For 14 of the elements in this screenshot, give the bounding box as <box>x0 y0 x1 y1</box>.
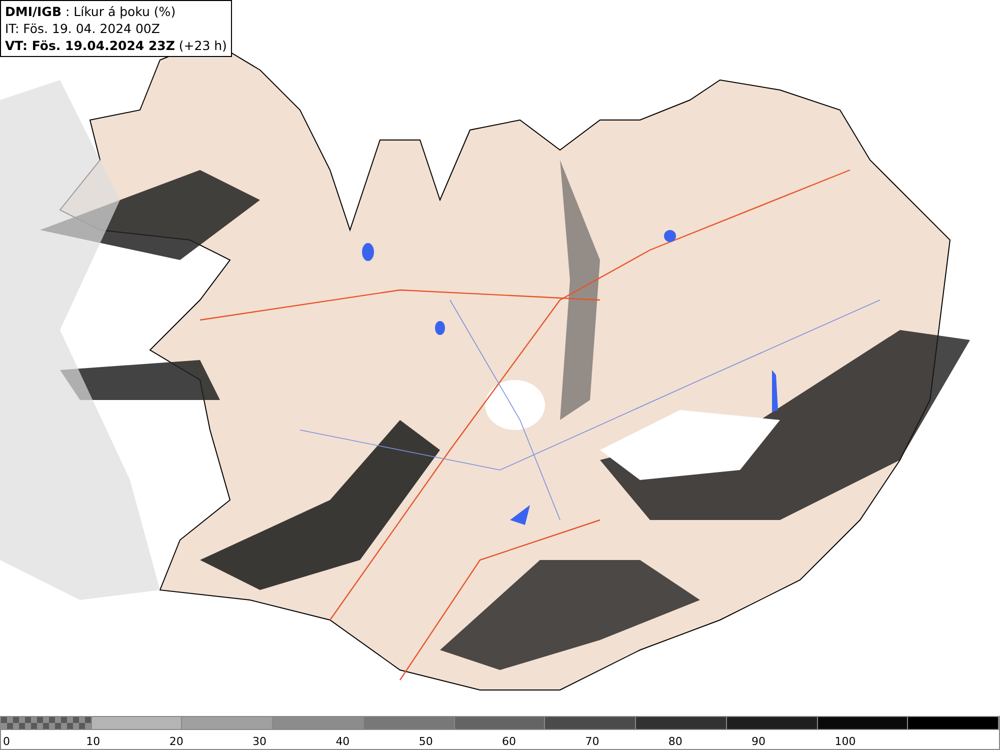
legend-label: 70 <box>584 735 600 749</box>
legend-label: 0 <box>2 735 10 749</box>
legend-label: 50 <box>418 735 433 749</box>
info-line: VT: Fös. 19.04.2024 23Z (+23 h) <box>5 37 227 54</box>
legend-label: 80 <box>667 735 682 749</box>
legend-label: 30 <box>252 735 267 749</box>
legend-label: 40 <box>334 735 350 749</box>
info-line: DMI/IGB : Líkur á þoku (%) <box>5 3 177 20</box>
legend-label: 90 <box>750 735 766 749</box>
legend-label: 100 <box>834 735 856 749</box>
info-line: IT: Fös. 19. 04. 2024 00Z <box>5 20 161 37</box>
legend-label: 10 <box>85 735 100 749</box>
legend-label: 20 <box>168 735 184 749</box>
legend-label: 60 <box>501 735 516 749</box>
